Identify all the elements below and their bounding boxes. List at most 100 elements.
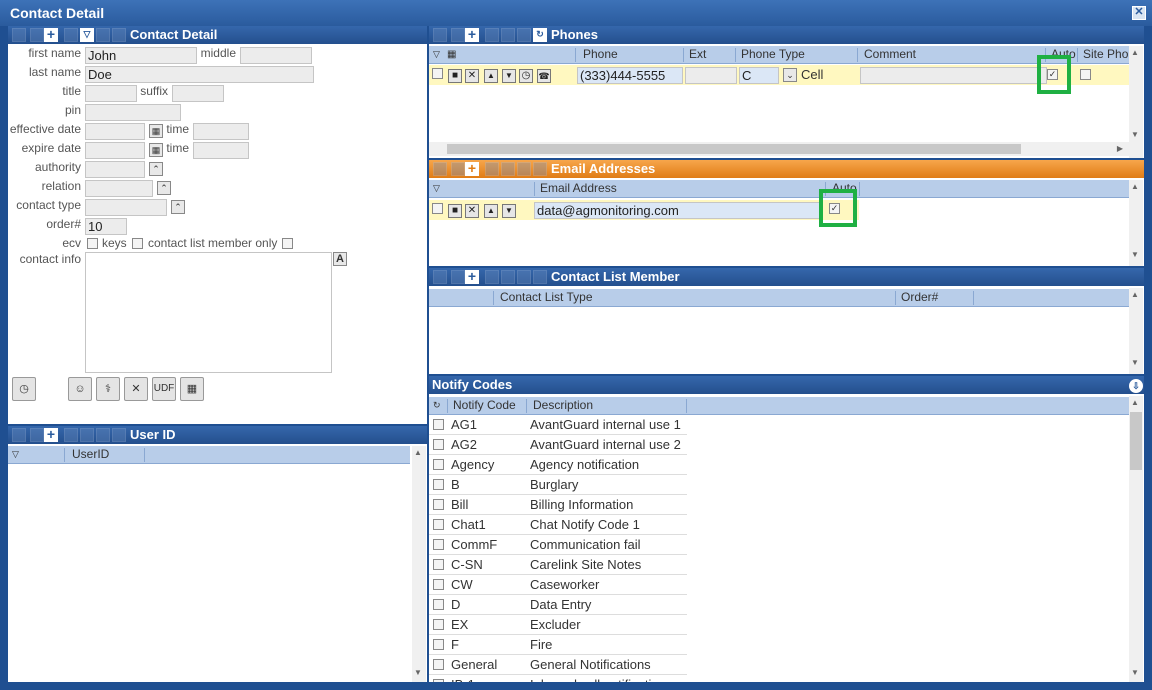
first-name-field[interactable]: John (85, 47, 197, 64)
chevron-up-icon[interactable]: ⌃ (171, 200, 185, 214)
list-item[interactable]: EX Excluder (429, 615, 687, 635)
list-item[interactable]: F Fire (429, 635, 687, 655)
clock-icon[interactable]: ◷ (12, 377, 36, 401)
list-item[interactable]: C-SN Carelink Site Notes (429, 555, 687, 575)
vertical-scrollbar[interactable]: ▲ ▼ (1129, 288, 1143, 374)
filter-icon[interactable]: ▽ (12, 446, 19, 463)
clock-icon[interactable]: ◷ (519, 69, 533, 83)
contact-info-textarea[interactable] (85, 252, 332, 373)
list-item[interactable]: General General Notifications (429, 655, 687, 675)
refresh-icon[interactable]: ↻ (533, 28, 547, 42)
notify-code-checkbox[interactable] (433, 459, 444, 470)
column-phone[interactable]: Phone (583, 46, 618, 63)
scroll-down-icon[interactable]: ▼ (1129, 130, 1141, 139)
phone-type-code-field[interactable]: C (739, 67, 779, 84)
phone-row[interactable]: ■ ✕ ▲ ▼ ◷ ☎ (333)444-5555 C ⌄ Cell ✓ (429, 65, 1129, 85)
scroll-down-icon[interactable]: ▼ (1129, 668, 1141, 677)
list-item[interactable]: Chat1 Chat Notify Code 1 (429, 515, 687, 535)
scroll-up-icon[interactable]: ▲ (1129, 398, 1141, 407)
list-item[interactable]: Agency Agency notification (429, 455, 687, 475)
scroll-up-icon[interactable]: ▲ (1129, 48, 1141, 57)
scroll-up-icon[interactable]: ▲ (1129, 290, 1141, 299)
order-field[interactable]: 10 (85, 218, 127, 235)
contact-list-member-only-checkbox[interactable] (282, 238, 293, 249)
caduceus-icon[interactable]: ⚕ (96, 377, 120, 401)
calculator-icon[interactable]: ▦ (180, 377, 204, 401)
user-clock-icon[interactable]: ☺ (68, 377, 92, 401)
relation-field[interactable] (85, 180, 153, 197)
vertical-scrollbar[interactable]: ▲ ▼ (1129, 180, 1143, 266)
middle-field[interactable] (240, 47, 312, 64)
column-email-address[interactable]: Email Address (540, 180, 617, 197)
notify-code-checkbox[interactable] (433, 619, 444, 630)
font-icon[interactable]: A (333, 252, 347, 266)
add-icon[interactable]: + (44, 27, 58, 42)
list-item[interactable]: CW Caseworker (429, 575, 687, 595)
notify-code-checkbox[interactable] (433, 579, 444, 590)
ext-field[interactable] (685, 67, 737, 84)
notify-code-checkbox[interactable] (433, 659, 444, 670)
notify-code-checkbox[interactable] (433, 679, 444, 682)
collapse-icon[interactable]: ⇩ (1129, 379, 1143, 393)
notify-code-checkbox[interactable] (433, 499, 444, 510)
column-comment[interactable]: Comment (864, 46, 916, 63)
email-address-field[interactable]: data@agmonitoring.com (534, 202, 823, 219)
scroll-thumb[interactable] (447, 144, 1021, 154)
calendar-icon[interactable]: ▦ (149, 124, 163, 138)
column-order[interactable]: Order# (901, 289, 938, 306)
udf-button[interactable]: UDF (152, 377, 176, 401)
scroll-right-icon[interactable]: ▶ (1114, 144, 1126, 153)
notify-code-checkbox[interactable] (433, 439, 444, 450)
phone-field[interactable]: (333)444-5555 (577, 67, 683, 84)
list-item[interactable]: CommF Communication fail (429, 535, 687, 555)
vertical-scrollbar[interactable]: ▲ ▼ (1129, 396, 1143, 682)
authority-field[interactable] (85, 161, 145, 178)
comment-field[interactable] (860, 67, 1047, 84)
notify-code-checkbox[interactable] (433, 559, 444, 570)
add-icon[interactable]: + (465, 269, 479, 284)
move-down-icon[interactable]: ▼ (502, 204, 516, 218)
notify-code-checkbox[interactable] (433, 419, 444, 430)
scroll-down-icon[interactable]: ▼ (1129, 358, 1141, 367)
site-phone-checkbox[interactable] (1080, 69, 1091, 80)
column-description[interactable]: Description (533, 397, 593, 414)
add-icon[interactable]: + (465, 161, 479, 176)
column-notify-code[interactable]: Notify Code (453, 397, 516, 414)
column-site-phone[interactable]: Site Pho (1083, 46, 1128, 63)
add-icon[interactable]: + (44, 427, 58, 442)
save-icon[interactable]: ■ (448, 69, 462, 83)
delete-row-icon[interactable]: ✕ (465, 69, 479, 83)
column-ext[interactable]: Ext (689, 46, 706, 63)
scroll-down-icon[interactable]: ▼ (1129, 250, 1141, 259)
suffix-field[interactable] (172, 85, 224, 102)
expire-time-field[interactable] (193, 142, 249, 159)
scroll-thumb[interactable] (1130, 412, 1142, 470)
column-phone-type[interactable]: Phone Type (741, 46, 805, 63)
title-field[interactable] (85, 85, 137, 102)
move-up-icon[interactable]: ▲ (484, 69, 498, 83)
notify-code-checkbox[interactable] (433, 639, 444, 650)
scroll-down-icon[interactable]: ▼ (412, 668, 424, 677)
list-item[interactable]: B Burglary (429, 475, 687, 495)
chevron-down-icon[interactable]: ⌄ (783, 68, 797, 82)
row-select-checkbox[interactable] (432, 68, 443, 79)
refresh-icon[interactable]: ↻ (433, 397, 441, 414)
add-icon[interactable]: + (465, 27, 479, 42)
list-item[interactable]: AG1 AvantGuard internal use 1 (429, 415, 687, 435)
column-userid[interactable]: UserID (72, 446, 109, 463)
user-remove-icon[interactable]: ✕ (124, 377, 148, 401)
filter-icon[interactable]: ▽ (80, 28, 94, 42)
horizontal-scrollbar[interactable]: ▶ (429, 142, 1129, 156)
notify-code-checkbox[interactable] (433, 479, 444, 490)
chevron-up-icon[interactable]: ⌃ (157, 181, 171, 195)
calendar-icon[interactable]: ▦ (149, 143, 163, 157)
list-item[interactable]: D Data Entry (429, 595, 687, 615)
notify-code-checkbox[interactable] (433, 519, 444, 530)
vertical-scrollbar[interactable]: ▲ ▼ (1129, 46, 1143, 158)
row-select-checkbox[interactable] (432, 203, 443, 214)
dial-icon[interactable]: ☎ (537, 69, 551, 83)
ecv-checkbox[interactable] (87, 238, 98, 249)
chevron-up-icon[interactable]: ⌃ (149, 162, 163, 176)
filter-icon[interactable]: ▽ (433, 180, 440, 197)
pin-field[interactable] (85, 104, 181, 121)
